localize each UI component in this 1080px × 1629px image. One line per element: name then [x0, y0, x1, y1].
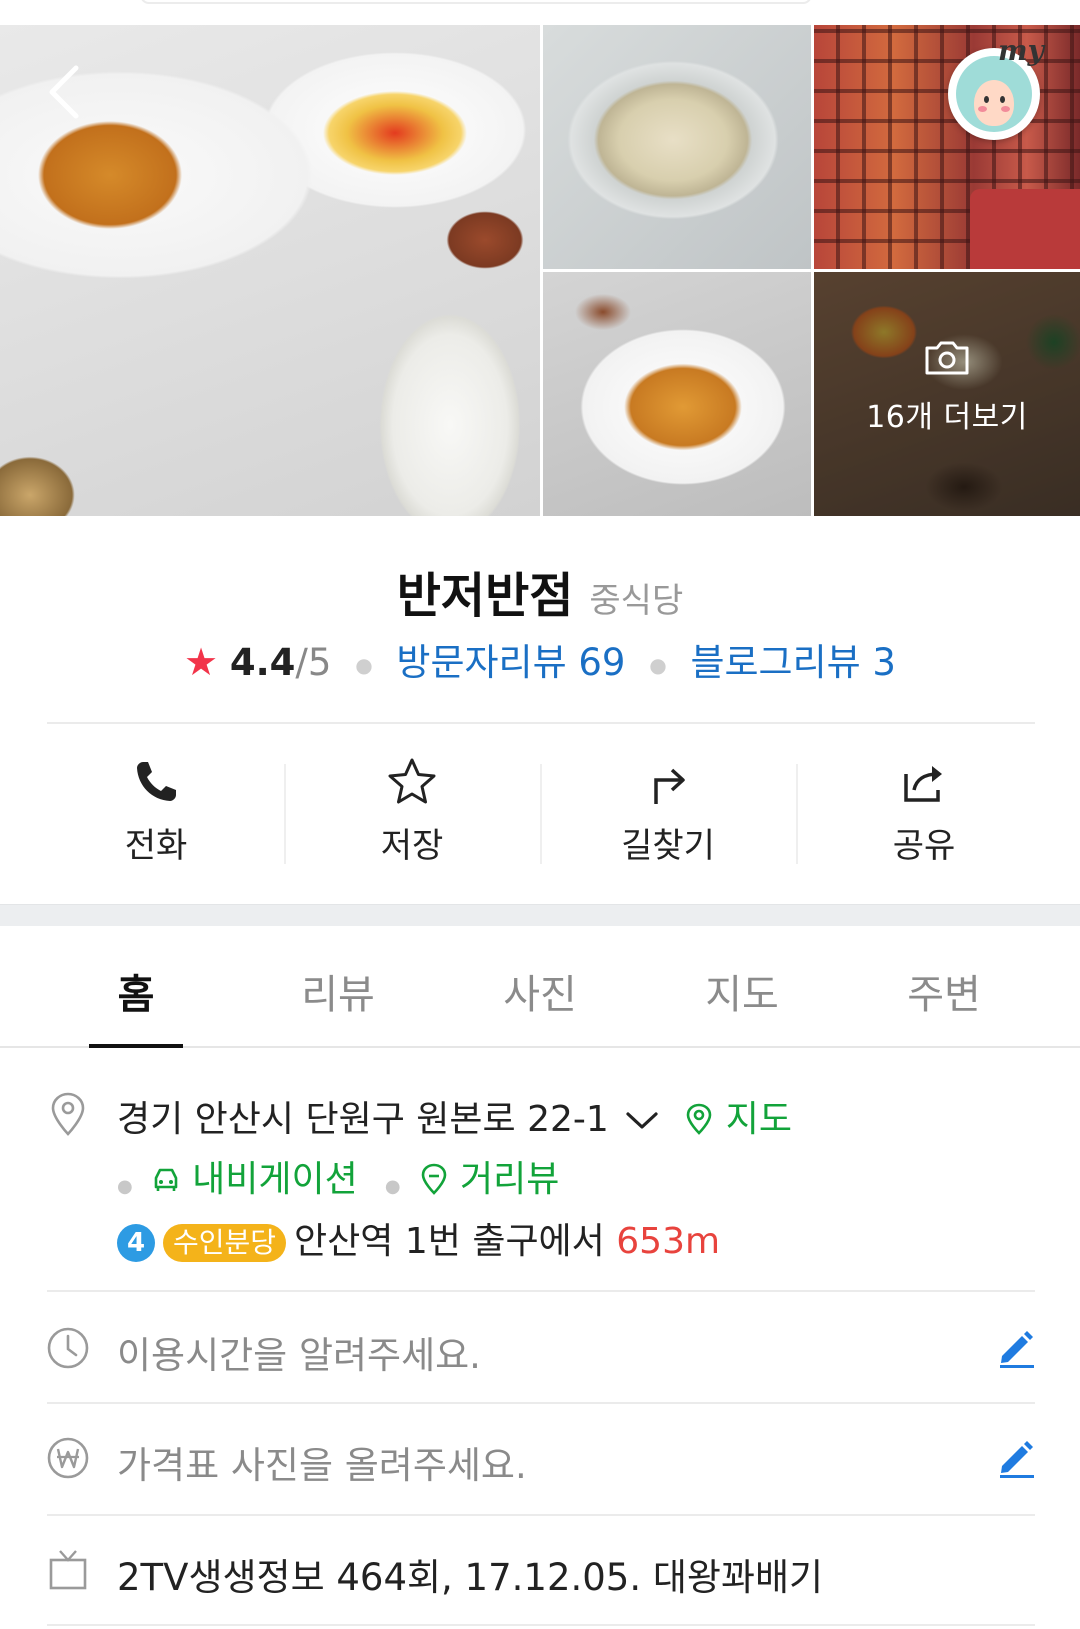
tv-info: 2TV생생정보 464회, 17.12.05. 대왕꽈배기 — [117, 1556, 824, 1599]
tab-photos[interactable]: 사진 — [439, 926, 641, 1046]
location-pin-icon — [51, 1092, 85, 1136]
navigation-label: 내비게이션 — [192, 1159, 358, 1200]
photo-fried-rice[interactable] — [543, 25, 811, 269]
call-button[interactable]: 전화 — [28, 744, 284, 866]
subway-text: 안산역 1번 출구에서 — [294, 1221, 605, 1262]
visitor-reviews-link[interactable]: 방문자리뷰 69 — [396, 641, 625, 684]
street-view-label: 거리뷰 — [460, 1159, 560, 1200]
directions-icon — [654, 768, 685, 804]
avatar-face — [956, 56, 1032, 132]
divider — [47, 1402, 1035, 1404]
top-strip — [0, 0, 1080, 25]
directions-label: 길찾기 — [621, 826, 715, 866]
street-view-icon — [421, 1163, 446, 1195]
separator-dot: ● — [117, 1176, 133, 1197]
camera-icon — [925, 341, 969, 375]
my-badge-label: my — [998, 34, 1044, 67]
map-pin-icon — [686, 1103, 712, 1135]
directions-button[interactable]: 길찾기 — [540, 744, 796, 866]
separator-dot: ● — [355, 652, 373, 677]
won-currency-icon — [47, 1437, 89, 1479]
place-name: 반저반점 — [396, 568, 574, 624]
blog-reviews-link[interactable]: 블로그리뷰 3 — [690, 641, 896, 684]
rating-star-icon: ★ — [184, 640, 219, 684]
rating-max: /5 — [295, 641, 332, 684]
subway-route-badge: 수인분당 — [163, 1224, 287, 1262]
tab-reviews[interactable]: 리뷰 — [237, 926, 439, 1046]
share-button[interactable]: 공유 — [796, 744, 1052, 866]
hours-prompt[interactable]: 이용시간을 알려주세요. — [117, 1325, 481, 1379]
photo-sweet-sour[interactable] — [543, 272, 811, 516]
call-label: 전화 — [124, 826, 188, 866]
car-icon — [154, 1168, 178, 1191]
edit-price-icon[interactable] — [996, 1438, 1036, 1478]
divider — [47, 1514, 1035, 1516]
address-text: 경기 안산시 단원구 원본로 22-1 — [117, 1099, 609, 1140]
subway-info: 4 수인분당 안산역 1번 출구에서 653m — [117, 1212, 720, 1264]
divider — [47, 1290, 1035, 1292]
street-view-link[interactable]: 거리뷰 — [419, 1159, 560, 1200]
more-photos-overlay[interactable]: 16개 더보기 — [814, 340, 1080, 436]
place-title-row: 반저반점 중식당 — [0, 556, 1080, 626]
navigation-link[interactable]: 내비게이션 — [151, 1159, 358, 1200]
divider — [47, 1624, 1035, 1626]
more-photos-label: 16개 더보기 — [866, 400, 1028, 435]
subway-line-badge: 4 — [117, 1224, 155, 1262]
phone-icon — [137, 762, 176, 801]
tab-nearby[interactable]: 주변 — [843, 926, 1045, 1046]
map-link-label: 지도 — [725, 1099, 792, 1140]
tab-map[interactable]: 지도 — [641, 926, 843, 1046]
separator-dot: ● — [384, 1176, 401, 1197]
share-label: 공유 — [892, 826, 956, 866]
action-bar: 전화 저장 길찾기 공유 — [28, 744, 1052, 866]
map-link[interactable]: 지도 — [684, 1099, 792, 1140]
edit-hours-icon[interactable] — [996, 1328, 1036, 1368]
tv-icon — [49, 1550, 87, 1590]
address-links: ● 내비게이션 ● 거리뷰 — [117, 1150, 559, 1202]
rating-value: 4.4 — [229, 641, 296, 684]
tab-home[interactable]: 홈 — [35, 926, 237, 1048]
clock-icon — [47, 1327, 89, 1369]
tab-bar: 홈 리뷰 사진 지도 주변 — [0, 926, 1080, 1048]
address-line: 경기 안산시 단원구 원본로 22-1 지도 — [117, 1090, 792, 1142]
save-button[interactable]: 저장 — [284, 744, 540, 866]
price-prompt[interactable]: 가격표 사진을 올려주세요. — [117, 1435, 527, 1489]
divider — [47, 722, 1035, 724]
place-category: 중식당 — [589, 581, 684, 621]
chevron-down-icon[interactable] — [625, 1110, 659, 1132]
separator-dot: ● — [649, 652, 667, 677]
my-profile-avatar[interactable]: my — [948, 34, 1044, 140]
rating-row: ★ 4.4/5 ● 방문자리뷰 69 ● 블로그리뷰 3 — [0, 632, 1080, 686]
star-outline-icon — [388, 758, 436, 804]
section-gap — [0, 904, 1080, 926]
subway-distance: 653m — [616, 1221, 721, 1262]
photo-booth-seat — [970, 189, 1080, 269]
photo-gallery: 16개 더보기 my — [0, 0, 1080, 516]
save-label: 저장 — [380, 826, 444, 866]
search-bar-edge — [140, 0, 812, 4]
back-icon[interactable] — [44, 62, 88, 122]
share-icon — [904, 766, 942, 802]
photo-more[interactable]: 16개 더보기 — [814, 272, 1080, 516]
